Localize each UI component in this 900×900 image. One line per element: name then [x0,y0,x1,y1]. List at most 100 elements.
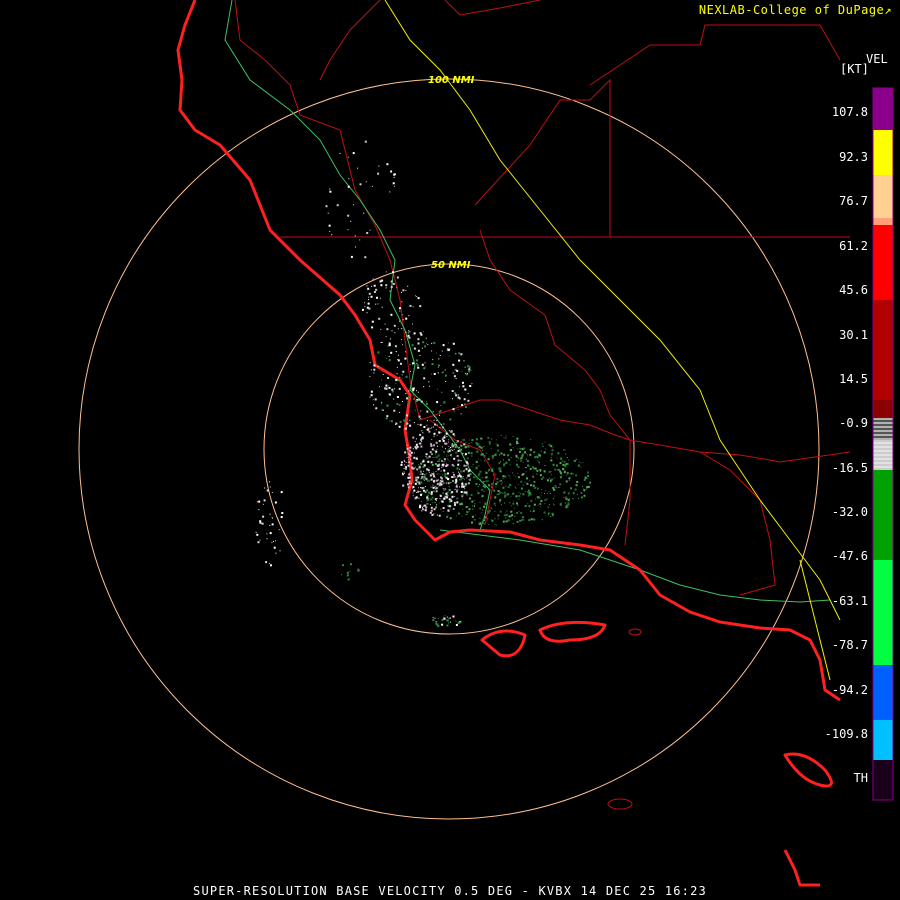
radar-echo [485,484,487,486]
radar-echo [371,326,374,329]
radar-echo [449,453,452,456]
radar-echo [515,476,517,478]
radar-echo [402,484,405,487]
radar-echo [466,493,469,496]
radar-echo [439,495,442,497]
radar-echo [482,509,484,511]
radar-echo [491,487,493,488]
radar-echo [356,167,358,169]
radar-echo [438,479,440,481]
credit-label: NEXLAB-College of DuPage↗ [699,3,892,17]
radar-echo [468,511,470,513]
radar-echo [411,364,413,366]
radar-echo [548,444,551,446]
radar-echo [388,344,391,347]
radar-echo [505,520,508,523]
radar-echo [274,501,277,504]
radar-echo [329,188,331,190]
radar-echo [396,373,398,375]
radar-echo [270,564,272,567]
radar-echo [473,505,475,506]
radar-echo [347,229,349,231]
radar-echo [545,465,547,466]
radar-echo [393,185,395,187]
radar-echo [422,478,425,481]
radar-echo [412,436,415,439]
legend-tick: 107.8 [831,105,868,119]
radar-echo [496,524,498,526]
legend-tick: 92.3 [839,150,868,164]
radar-echo [451,491,454,493]
radar-echo [359,239,361,241]
radar-echo [515,454,518,457]
radar-echo [404,357,407,360]
radar-echo [420,462,423,465]
radar-echo [421,347,423,349]
radar-echo [432,473,435,476]
radar-echo [357,569,360,572]
radar-echo [476,447,478,449]
radar-echo [432,457,434,458]
radar-echo [275,552,277,554]
radar-echo [498,466,500,468]
radar-echo [547,512,550,515]
radar-echo [372,399,374,400]
radar-echo [355,246,357,248]
radar-echo [443,423,445,425]
radar-echo [457,450,460,452]
radar-echo [557,487,559,489]
radar-echo [436,473,438,475]
radar-echo [446,455,448,457]
radar-echo [434,423,437,426]
radar-echo [271,492,273,493]
radar-echo [409,472,411,474]
legend-units: [KT] [840,62,869,76]
radar-echo [446,619,449,622]
radar-echo [464,455,466,457]
radar-echo [402,289,405,292]
radar-echo [462,439,465,441]
radar-echo [436,504,438,506]
radar-echo [430,443,433,446]
radar-echo [461,404,464,407]
radar-echo [367,287,370,290]
radar-echo [537,487,539,490]
radar-echo [461,496,463,498]
radar-echo [568,459,570,461]
radar-echo [567,502,570,505]
radar-echo [474,519,476,521]
radar-echo [464,453,467,456]
radar-echo [427,344,429,346]
radar-echo [477,485,479,487]
radar-echo [526,454,528,456]
radar-echo [262,515,265,518]
radar-echo [518,495,521,498]
radar-echo [402,344,404,346]
radar-echo [380,279,382,281]
radar-echo [444,495,447,498]
radar-echo [401,328,403,330]
radar-echo [415,476,418,479]
radar-echo [408,456,410,458]
radar-echo [533,518,536,521]
radar-echo [537,460,538,462]
radar-echo [346,574,349,577]
radar-echo [373,404,375,406]
radar-echo [485,476,488,479]
radar-echo [257,501,259,503]
radar-echo [501,482,503,484]
radar-echo [537,504,539,506]
radar-echo [418,482,421,485]
radar-echo [421,363,424,366]
radar-echo [440,470,442,472]
radar-echo [490,448,492,450]
radar-echo [512,447,514,449]
radar-echo [432,471,434,473]
radar-echo [450,498,452,500]
radar-echo [552,487,554,489]
radar-echo [403,464,405,466]
radar-echo [420,493,422,496]
radar-echo [488,509,491,512]
radar-echo [493,502,496,505]
external-link-icon[interactable]: ↗ [884,3,892,17]
